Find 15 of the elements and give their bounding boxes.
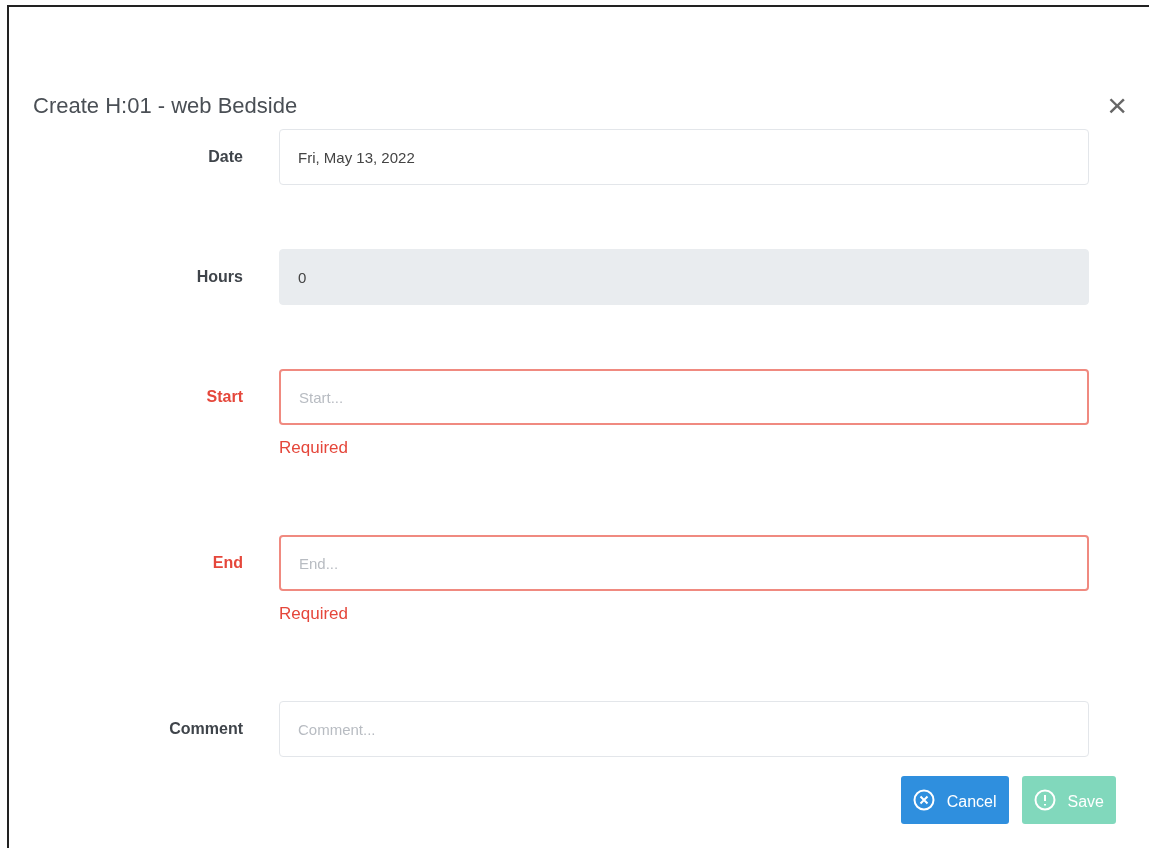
field-label: Hours [196,267,243,287]
close-circle-icon [912,789,935,811]
input-field[interactable]: End... [279,535,1089,591]
field-label: Comment [169,719,243,739]
input-field[interactable]: Fri, May 13, 2022 [279,129,1089,185]
input-field[interactable]: Start... [279,369,1089,425]
field-label: End [212,553,243,573]
field-label: Start [206,387,243,407]
error-message: Required [279,603,349,625]
dialog-title: Create H:01 - web Bedside [33,91,298,120]
close-button[interactable]: × [1107,88,1127,122]
error-message: Required [279,437,349,459]
exclamation-circle-icon [1033,789,1056,811]
cancel-button[interactable]: Cancel [900,776,1009,824]
field-label: Date [208,147,243,167]
